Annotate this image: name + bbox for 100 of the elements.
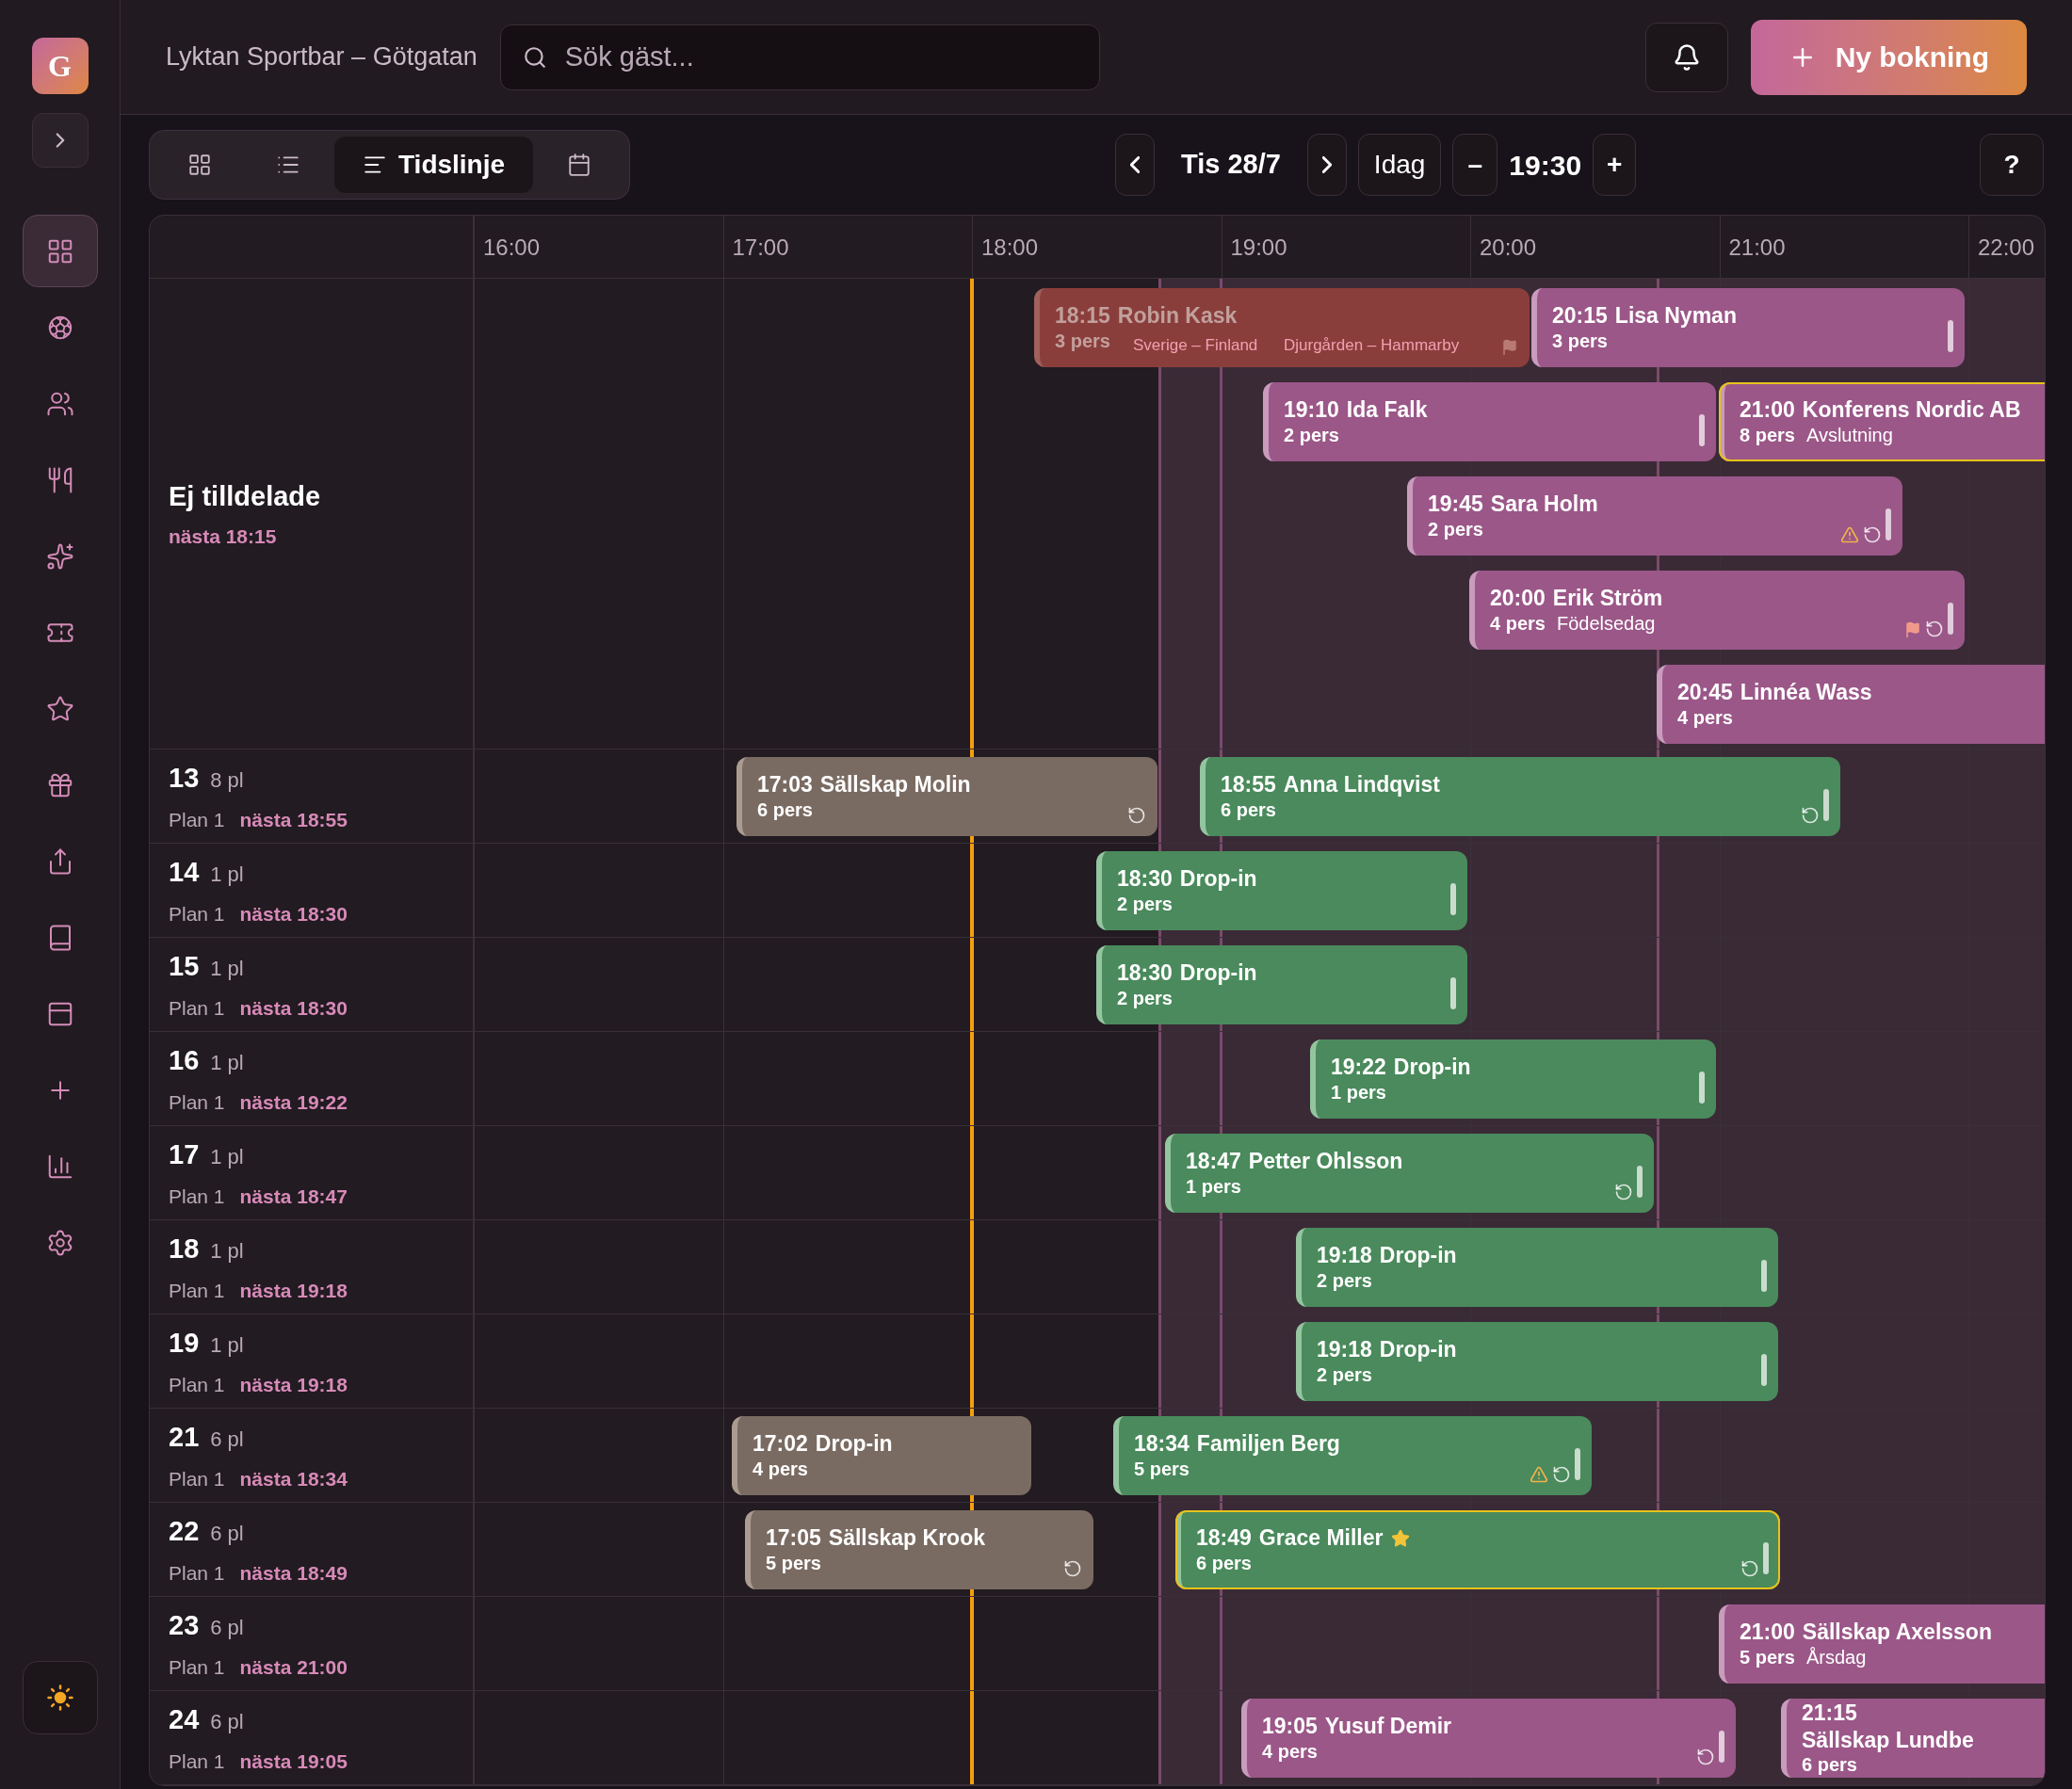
hour-label: 16:00 — [483, 234, 541, 262]
next-booking-time: nästa 21:00 — [239, 1654, 348, 1680]
booking-card[interactable]: 19:18 Drop-in 2 pers — [1296, 1322, 1778, 1401]
time-decrease-button[interactable]: – — [1452, 134, 1498, 196]
guest-name: Sällskap Axelsson — [1802, 1619, 1992, 1646]
party-size: 4 pers — [1262, 1739, 1318, 1764]
new-booking-button[interactable]: Ny bokning — [1750, 19, 2027, 95]
floor-label: Plan 1 — [169, 1372, 225, 1397]
nav-button[interactable] — [22, 215, 98, 287]
next-day-button[interactable] — [1306, 134, 1347, 196]
table-number: 22 — [169, 1515, 200, 1548]
booking-card[interactable]: 19:10 Ida Falk 2 pers — [1263, 382, 1716, 461]
flag-icon — [1904, 621, 1921, 638]
booking-card[interactable]: 18:55 Anna Lindqvist 6 pers — [1200, 757, 1840, 836]
repeat-icon — [1863, 525, 1882, 544]
booking-time: 20:45 — [1677, 679, 1733, 706]
party-size: 4 pers — [753, 1457, 808, 1481]
guest-name: Robin Kask — [1117, 302, 1238, 330]
booking-card[interactable]: 18:47 Petter Ohlsson 1 pers — [1165, 1134, 1654, 1213]
guest-name: Linnéa Wass — [1740, 679, 1872, 706]
booking-card[interactable]: 21:15 Sällskap Lundbe 6 pers — [1781, 1699, 2045, 1778]
next-booking-time: nästa 18:30 — [239, 995, 348, 1021]
theme-toggle-button[interactable] — [22, 1661, 98, 1734]
booking-card[interactable]: 17:05 Sällskap Krook 5 pers — [745, 1510, 1093, 1589]
seat-count: 1 pl — [210, 1238, 244, 1265]
search-field[interactable]: Sök gäst... — [499, 24, 1100, 90]
party-size: 2 pers — [1117, 986, 1173, 1010]
guest-name: Ida Falk — [1346, 396, 1428, 424]
party-size: 6 pers — [757, 798, 813, 822]
booking-card[interactable]: 18:30 Drop-in 2 pers — [1096, 945, 1467, 1024]
resize-handle[interactable] — [1761, 1354, 1767, 1386]
next-booking-time: nästa 18:55 — [239, 807, 348, 832]
resize-handle[interactable] — [1575, 1448, 1580, 1480]
resize-handle[interactable] — [1948, 603, 1953, 635]
booking-card[interactable]: 17:03 Sällskap Molin 6 pers — [737, 757, 1157, 836]
current-time: 19:30 — [1509, 148, 1582, 183]
warning-icon — [1840, 525, 1859, 544]
resize-handle[interactable] — [1886, 508, 1891, 540]
guest-name: Erik Ström — [1552, 585, 1663, 612]
repeat-icon — [1127, 806, 1146, 825]
repeat-icon — [1063, 1559, 1082, 1578]
next-booking-time: nästa 19:18 — [239, 1278, 348, 1303]
booking-time: 19:05 — [1262, 1713, 1318, 1740]
chevron-right-icon — [1321, 156, 1332, 173]
notifications-button[interactable] — [1644, 22, 1728, 92]
seat-count: 8 pl — [210, 767, 244, 794]
resize-handle[interactable] — [1450, 883, 1456, 915]
booking-card[interactable]: 17:02 Drop-in 4 pers — [732, 1416, 1031, 1495]
booking-card[interactable]: 19:05 Yusuf Demir 4 pers — [1241, 1699, 1736, 1778]
booking-time: 17:05 — [766, 1524, 821, 1552]
time-increase-button[interactable]: + — [1593, 134, 1637, 196]
booking-card[interactable]: 19:18 Drop-in 2 pers — [1296, 1228, 1778, 1307]
help-button[interactable]: ? — [1980, 134, 2044, 196]
seat-count: 6 pl — [210, 1615, 244, 1641]
sun-icon — [45, 1684, 74, 1712]
grid-icon — [187, 153, 212, 177]
booking-time: 18:30 — [1117, 865, 1173, 893]
unassigned-title: Ej tilldelade — [169, 480, 322, 513]
chevron-left-icon — [1129, 156, 1140, 173]
resize-handle[interactable] — [1823, 789, 1829, 821]
resize-handle[interactable] — [1450, 977, 1456, 1009]
seat-count: 6 pl — [210, 1709, 244, 1735]
today-button[interactable]: Idag — [1357, 134, 1442, 196]
booking-card[interactable]: 18:34 Familjen Berg 5 pers — [1113, 1416, 1592, 1495]
resize-handle[interactable] — [1761, 1260, 1767, 1292]
booking-time: 18:30 — [1117, 959, 1173, 987]
resize-handle[interactable] — [1699, 1072, 1705, 1104]
resize-handle[interactable] — [1699, 414, 1705, 446]
booking-time: 19:22 — [1331, 1054, 1386, 1081]
booking-card[interactable]: 19:45 Sara Holm 2 pers — [1407, 476, 1902, 556]
next-booking-time: nästa 19:18 — [239, 1372, 348, 1397]
booking-card[interactable]: 20:15 Lisa Nyman 3 pers — [1531, 288, 1965, 367]
seat-count: 1 pl — [210, 1144, 244, 1170]
booking-card[interactable]: 19:22 Drop-in 1 pers — [1310, 1040, 1716, 1119]
guest-name: Familjen Berg — [1196, 1430, 1340, 1458]
resize-handle[interactable] — [1637, 1166, 1643, 1198]
booking-card[interactable]: 20:00 Erik Ström 4 pers Födelsedag — [1469, 571, 1965, 650]
guest-name: Drop-in — [1379, 1242, 1457, 1269]
booking-time: 18:34 — [1134, 1430, 1190, 1458]
table-number: 23 — [169, 1609, 200, 1642]
resize-handle[interactable] — [1763, 1542, 1769, 1574]
party-size: 5 pers — [766, 1551, 821, 1575]
current-date: Tis 28/7 — [1179, 148, 1282, 182]
booking-card[interactable]: 21:00 Sällskap Axelsson 5 pers Årsdag — [1719, 1604, 2045, 1684]
logo[interactable]: G — [31, 38, 89, 94]
warning-icon — [1530, 1465, 1548, 1484]
booking-card[interactable]: 18:30 Drop-in 2 pers — [1096, 851, 1467, 930]
floor-label: Plan 1 — [169, 995, 225, 1021]
resize-handle[interactable] — [1719, 1731, 1724, 1763]
sparkles-icon — [45, 541, 74, 571]
guest-name: Konferens Nordic AB — [1802, 396, 2021, 424]
booking-card[interactable]: 21:00 Konferens Nordic AB 8 pers Avslutning — [1719, 382, 2045, 461]
table-number: 16 — [169, 1044, 200, 1077]
booking-card[interactable]: 20:45 Linnéa Wass 4 pers — [1657, 665, 2045, 744]
resize-handle[interactable] — [1948, 320, 1953, 352]
party-size: 6 pers — [1802, 1753, 1857, 1778]
star-icon — [45, 694, 74, 723]
timeline-view-tab[interactable]: Tidslinje — [334, 137, 534, 193]
previous-day-button[interactable] — [1114, 134, 1155, 196]
booking-card[interactable]: 18:49 Grace Miller 6 pers — [1175, 1510, 1780, 1589]
